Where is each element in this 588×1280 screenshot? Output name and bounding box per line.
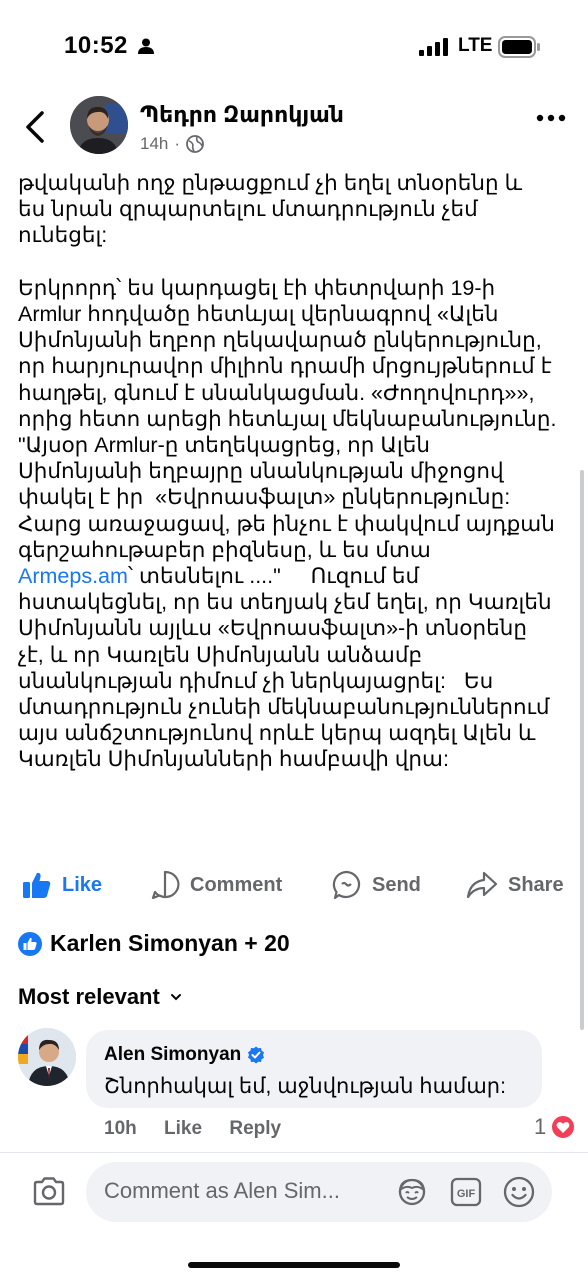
comment-reaction-count: 1 xyxy=(534,1114,547,1139)
share-label: Share xyxy=(508,873,564,896)
post-time: 14h xyxy=(140,134,169,153)
comment-like-button[interactable]: Like xyxy=(164,1118,202,1139)
post-author[interactable]: Պեդրո Զարոկյան xyxy=(140,102,344,128)
network-type: LTE xyxy=(458,35,493,56)
post-actions: Like Comment Send Share xyxy=(0,864,588,912)
person-icon xyxy=(138,38,154,54)
heart-reaction-icon xyxy=(550,1114,577,1140)
send-button[interactable]: Send xyxy=(332,870,421,900)
post-link[interactable]: Armeps.am xyxy=(18,564,128,588)
post-meta: 14h · xyxy=(140,134,204,154)
like-label: Like xyxy=(62,873,103,896)
author-avatar[interactable] xyxy=(70,96,128,154)
composer-divider xyxy=(0,1152,588,1153)
battery-icon xyxy=(498,36,540,58)
more-options-icon[interactable] xyxy=(536,114,566,122)
post-text: թվականի ողջ ընթացքում չի եղել տնօրենը և … xyxy=(18,170,574,773)
globe-icon xyxy=(186,135,204,153)
comment-text: Շնորհակալ եմ, աջնվության համար: xyxy=(104,1075,506,1098)
meta-separator: · xyxy=(174,134,181,153)
camera-icon[interactable] xyxy=(32,1176,66,1206)
chevron-down-icon xyxy=(170,994,181,1001)
reactions-summary[interactable]: Karlen Simonyan + 20 xyxy=(18,930,290,957)
comment-reactions[interactable]: 1 xyxy=(534,1114,577,1140)
messenger-icon xyxy=(332,870,361,900)
commenter-avatar[interactable] xyxy=(18,1028,76,1086)
comment-input[interactable]: Comment as Alen Sim... GIF xyxy=(86,1162,552,1222)
comment-icon xyxy=(151,870,180,900)
thumbs-up-icon xyxy=(23,872,51,898)
gif-icon[interactable]: GIF xyxy=(450,1176,482,1208)
status-bar: 10:52 LTE xyxy=(0,0,588,96)
avatar-sticker-icon[interactable] xyxy=(396,1176,428,1208)
commenter-name[interactable]: Alen Simonyan xyxy=(104,1044,241,1066)
post-text-part: ՝ տեսնելու ...." Ուզում եմ հստակեցնել, ո… xyxy=(18,564,552,772)
share-arrow-icon xyxy=(466,871,498,899)
comment-bubble[interactable]: Alen Simonyan Շնորհակալ եմ, աջնվության հ… xyxy=(86,1030,542,1108)
comment-time: 10h xyxy=(104,1118,137,1139)
comment-button[interactable]: Comment xyxy=(150,870,282,900)
comment-input-placeholder: Comment as Alen Sim... xyxy=(104,1178,340,1203)
like-button[interactable]: Like xyxy=(22,870,102,900)
verified-badge-icon xyxy=(248,1046,265,1064)
svg-text:GIF: GIF xyxy=(457,1188,476,1200)
post-header: Պեդրո Զարոկյան 14h · xyxy=(0,92,588,162)
share-button[interactable]: Share xyxy=(466,870,564,900)
send-label: Send xyxy=(372,873,421,896)
clock: 10:52 xyxy=(64,32,128,59)
sort-label: Most relevant xyxy=(18,984,160,1009)
post-text-part: թվականի ողջ ընթացքում չի եղել տնօրենը և … xyxy=(18,171,557,562)
scrollbar[interactable] xyxy=(580,470,584,1030)
back-arrow-icon[interactable] xyxy=(22,110,48,144)
commenter-name-row: Alen Simonyan xyxy=(104,1044,265,1066)
like-reaction-icon xyxy=(18,931,42,956)
cellular-signal-icon xyxy=(419,38,448,56)
reactions-text: Karlen Simonyan + 20 xyxy=(50,930,290,956)
comment-reply-button[interactable]: Reply xyxy=(229,1118,281,1139)
comment-meta: 10h Like Reply xyxy=(104,1118,303,1140)
comment-sort[interactable]: Most relevant xyxy=(18,984,182,1010)
comment-label: Comment xyxy=(190,873,283,896)
home-indicator[interactable] xyxy=(188,1262,400,1268)
emoji-icon[interactable] xyxy=(502,1175,536,1209)
